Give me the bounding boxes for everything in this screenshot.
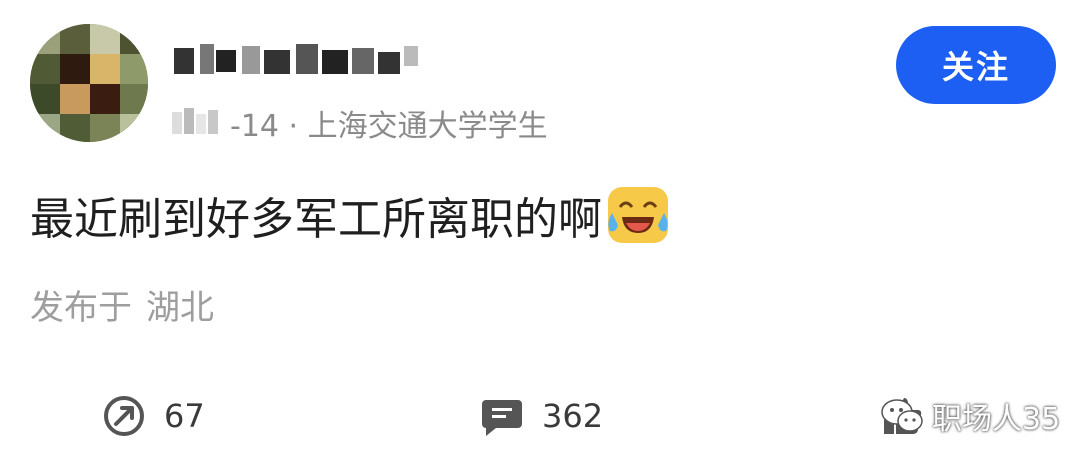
tears-of-joy-emoji-icon [608,187,668,243]
date-redacted [172,108,228,138]
comment-icon [482,400,522,436]
share-count: 67 [164,397,205,435]
share-button[interactable]: 67 [102,390,205,442]
post-location: 发布于 湖北 [30,280,214,329]
comment-count: 362 [542,397,604,435]
like-icon [884,398,922,434]
post-text: 最近刷到好多军工所离职的啊 [30,194,602,245]
location-value: 湖北 [146,288,214,328]
post-meta: -14 · 上海交通大学学生 [172,104,548,144]
like-button[interactable] [880,390,942,442]
avatar[interactable] [30,24,148,142]
username-redacted[interactable] [172,40,422,80]
follow-button[interactable]: 关注 [896,26,1056,104]
post-meta-text: -14 · 上海交通大学学生 [230,109,548,144]
watermark-text: 职场人35 [932,402,1061,437]
post-content: 最近刷到好多军工所离职的啊 [30,180,670,250]
comment-button[interactable]: 362 [480,390,603,442]
share-icon [104,396,144,436]
location-prefix: 发布于 [30,288,132,328]
